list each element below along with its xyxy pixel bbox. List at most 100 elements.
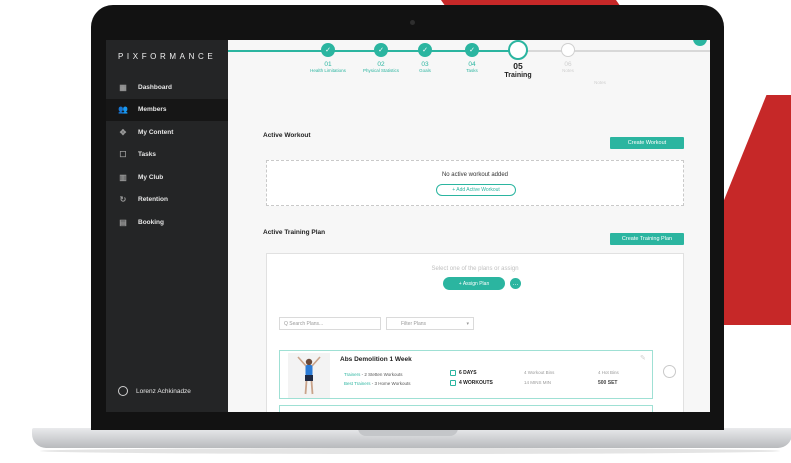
plan-meta-2-label: 4 Hot Bins <box>598 370 619 375</box>
step-trailing: Notes <box>575 80 625 86</box>
app-logo: PIXFORMANCE <box>118 52 217 61</box>
more-options-button[interactable]: … <box>510 278 521 289</box>
step-label: Goals <box>419 68 431 73</box>
step-label: Health Limitations <box>310 68 346 73</box>
step-number: 06 <box>564 61 572 68</box>
chevron-down-icon: ▾ <box>466 320 469 327</box>
sidebar-item-booking[interactable]: ▤ Booking <box>106 211 228 234</box>
plan-title: Abs Demolition 1 Week <box>340 356 412 363</box>
plan-meta-2-number: 500 SET <box>598 380 618 386</box>
sidebar-item-label: My Content <box>138 128 174 136</box>
plan-tag: Best Trainers <box>344 381 371 386</box>
step-training[interactable]: 05 Training <box>493 40 543 80</box>
step-label: Tasks <box>466 68 478 73</box>
laptop-mockup-scene: PIXFORMANCE ▦ Dashboard 👥 Members ✥ My C… <box>0 0 791 463</box>
main-content: ✓ 01 Health Limitations ✓ 02 Physical St… <box>228 40 710 412</box>
edit-icon[interactable]: ✎ <box>640 354 646 362</box>
sidebar-item-my-content[interactable]: ✥ My Content <box>106 121 228 144</box>
step-label: Training <box>504 72 532 79</box>
step-physical-statistics[interactable]: ✓ 02 Physical Statistics <box>356 43 406 74</box>
sidebar-item-tasks[interactable]: ☐ Tasks <box>106 144 228 167</box>
step-number: 03 <box>421 61 429 68</box>
sidebar-item-members[interactable]: 👥 Members <box>106 98 228 121</box>
plan-days-stat: 6 DAYS <box>450 370 477 376</box>
corner-status-dot <box>693 40 707 46</box>
camera-dot <box>410 20 415 25</box>
assign-plan-button[interactable]: + Assign Plan <box>443 277 505 290</box>
plan-workouts: 4 WORKOUTS <box>459 380 493 386</box>
step-label: Notes <box>562 68 574 73</box>
check-icon: ✓ <box>374 43 388 57</box>
step-health-limitations[interactable]: ✓ 01 Health Limitations <box>303 43 353 74</box>
empty-workout-text: No active workout added <box>441 172 509 178</box>
step-label: Notes <box>594 80 606 85</box>
plan-tag: Trainers <box>344 372 361 377</box>
current-step-ring <box>508 40 528 60</box>
grid-icon: ▦ <box>119 82 127 92</box>
athlete-figure-icon <box>297 355 321 394</box>
plan-thumbnail <box>288 353 330 398</box>
pending-step-dot <box>561 43 575 57</box>
plan-detail-line-1: Trainers - 2 Stetten Workouts <box>344 372 403 377</box>
progress-stepper: ✓ 01 Health Limitations ✓ 02 Physical St… <box>228 40 710 100</box>
create-training-plan-button[interactable]: Create Training Plan <box>610 233 684 245</box>
plan-detail-line-2: Best Trainers - 3 Home Workouts <box>344 381 410 386</box>
step-number: 05 <box>513 61 523 71</box>
training-plan-panel: Select one of the plans or assign + Assi… <box>266 253 684 412</box>
sidebar-item-dashboard[interactable]: ▦ Dashboard <box>106 76 228 99</box>
dumbbell-icon <box>450 380 456 386</box>
filter-plans-label: Filter Plans <box>401 320 427 327</box>
check-icon: ✓ <box>465 43 479 57</box>
step-tasks[interactable]: ✓ 04 Tasks <box>447 43 497 74</box>
step-goals[interactable]: ✓ 03 Goals <box>400 43 450 74</box>
active-workout-empty-panel: No active workout added + Add Active Wor… <box>266 160 684 206</box>
assign-hint-text: Select one of the plans or assign <box>431 266 519 272</box>
sidebar-item-label: Retention <box>138 196 168 204</box>
sidebar: PIXFORMANCE ▦ Dashboard 👥 Members ✥ My C… <box>106 40 228 412</box>
plan-detail-text: - 2 Stetten Workouts <box>360 372 403 377</box>
check-icon: ✓ <box>418 43 432 57</box>
members-icon: 👥 <box>118 105 128 115</box>
calendar-icon: ▤ <box>119 217 127 227</box>
sidebar-item-label: My Club <box>138 173 164 181</box>
step-notes[interactable]: 06 Notes <box>543 43 593 74</box>
active-workout-title: Active Workout <box>263 132 311 139</box>
assign-row: + Assign Plan … <box>443 277 521 290</box>
search-plans-input[interactable]: Q Search Plans... <box>279 317 381 330</box>
sidebar-item-my-club[interactable]: ▥ My Club <box>106 166 228 189</box>
app-screen: PIXFORMANCE ▦ Dashboard 👥 Members ✥ My C… <box>106 40 710 412</box>
step-number: 01 <box>324 61 332 68</box>
step-number: 02 <box>377 61 385 68</box>
step-label: Physical Statistics <box>362 68 399 73</box>
sidebar-item-label: Dashboard <box>138 83 172 91</box>
check-icon: ✓ <box>321 43 335 57</box>
tasks-icon: ☐ <box>119 150 127 160</box>
calendar-icon <box>450 370 456 376</box>
step-number: 04 <box>468 61 476 68</box>
plan-days: 6 DAYS <box>459 370 477 376</box>
filter-plans-select[interactable]: Filter Plans ▾ <box>386 317 474 330</box>
add-active-workout-button[interactable]: + Add Active Workout <box>436 184 516 196</box>
create-workout-button[interactable]: Create Workout <box>610 137 684 149</box>
plan-detail-text: - 3 Home Workouts <box>370 381 411 386</box>
active-training-plan-title: Active Training Plan <box>263 229 326 236</box>
plan-meta-1-value: 14 MINS MIN <box>524 380 552 385</box>
plan-meta-2-value: 500 SET <box>598 380 617 386</box>
sidebar-item-label: Booking <box>138 218 164 226</box>
sidebar-item-retention[interactable]: ↻ Retention <box>106 189 228 212</box>
sidebar-item-label: Members <box>138 106 167 114</box>
plan-workouts-stat: 4 WORKOUTS <box>450 380 493 386</box>
user-name: Lorenz Achkinadze <box>136 387 191 395</box>
user-avatar-icon <box>118 386 128 396</box>
user-profile[interactable]: Lorenz Achkinadze <box>118 386 191 396</box>
sidebar-item-label: Tasks <box>138 151 156 159</box>
plan-meta-1-label: 4 Workout Bins <box>524 370 555 375</box>
laptop-shadow <box>40 448 780 454</box>
plan-card[interactable]: Abs Demolition 1 Week Trainers - 2 Stett… <box>279 350 653 399</box>
retention-icon: ↻ <box>119 195 127 205</box>
plan-select-radio[interactable] <box>663 365 676 378</box>
sidebar-nav: ▦ Dashboard 👥 Members ✥ My Content ☐ Tas… <box>106 76 228 234</box>
plan-card[interactable] <box>279 405 653 412</box>
content-icon: ✥ <box>119 127 127 137</box>
club-icon: ▥ <box>119 172 127 182</box>
